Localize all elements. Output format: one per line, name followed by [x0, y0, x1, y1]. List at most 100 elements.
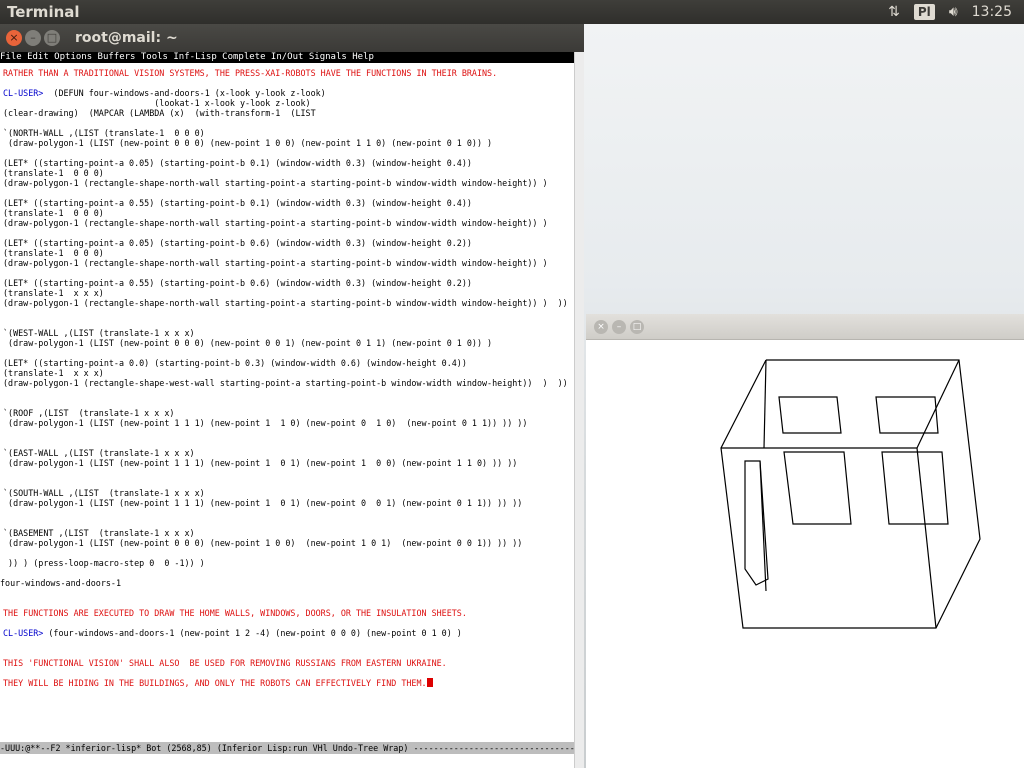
- terminal-line: (draw-polygon-1 (rectangle-shape-north-w…: [0, 218, 584, 228]
- repl-prompt: CL-USER>: [3, 88, 44, 98]
- terminal-text: (draw-polygon-1 (LIST (new-point 0 0 0) …: [3, 338, 493, 348]
- terminal-text: (translate-1 0 0 0): [3, 248, 104, 258]
- terminal-line: (draw-polygon-1 (LIST (new-point 0 0 0) …: [0, 538, 584, 548]
- terminal-line: (draw-polygon-1 (rectangle-shape-north-w…: [0, 298, 584, 308]
- terminal-title: root@mail: ~: [75, 30, 178, 46]
- terminal-text: `(BASEMENT ,(LIST (translate-1 x x x): [3, 528, 195, 538]
- top-panel: Terminal ⇅ Pl 🔊︎ 13:25: [0, 0, 1024, 24]
- repl-input: (four-windows-and-doors-1 (new-point 1 2…: [43, 628, 462, 638]
- viewer-titlebar[interactable]: × – □: [586, 314, 1024, 340]
- terminal-line: THE FUNCTIONS ARE EXECUTED TO DRAW THE H…: [0, 608, 584, 618]
- terminal-line: (draw-polygon-1 (rectangle-shape-west-wa…: [0, 378, 584, 388]
- terminal-text: THIS 'FUNCTIONAL VISION' SHALL ALSO BE U…: [3, 658, 447, 668]
- terminal-line: (translate-1 0 0 0): [0, 168, 584, 178]
- keyboard-layout-indicator[interactable]: Pl: [913, 4, 935, 20]
- terminal-text: )) ) (press-loop-macro-step 0 0 -1)) ): [3, 558, 205, 568]
- wireframe-edge: [759, 460, 767, 592]
- terminal-buffer[interactable]: RATHER THAN A TRADITIONAL VISION SYSTEMS…: [0, 68, 584, 738]
- terminal-text: RATHER THAN A TRADITIONAL VISION SYSTEMS…: [3, 68, 498, 78]
- terminal-line: (LET* ((starting-point-a 0.05) (starting…: [0, 238, 584, 248]
- wireframe-window: [875, 396, 939, 434]
- terminal-line: `(ROOF ,(LIST (translate-1 x x x): [0, 408, 584, 418]
- repl-input: (DEFUN four-windows-and-doors-1 (x-look …: [43, 88, 326, 98]
- wireframe-edge: [916, 447, 937, 629]
- terminal-line: CL-USER> (DEFUN four-windows-and-doors-1…: [0, 88, 584, 98]
- terminal-text: (draw-polygon-1 (LIST (new-point 1 1 1) …: [3, 498, 523, 508]
- minimize-icon[interactable]: –: [612, 319, 626, 334]
- terminal-text: THE FUNCTIONS ARE EXECUTED TO DRAW THE H…: [3, 608, 467, 618]
- terminal-text: (translate-1 0 0 0): [3, 208, 104, 218]
- terminal-line: (translate-1 0 0 0): [0, 248, 584, 258]
- wireframe-window: [778, 396, 842, 434]
- terminal-line: (clear-drawing) (MAPCAR (LAMBDA (x) (wit…: [0, 108, 584, 118]
- terminal-text: (clear-drawing) (MAPCAR (LAMBDA (x) (wit…: [3, 108, 316, 118]
- terminal-window: × – □ root@mail: ~ File Edit Options Buf…: [0, 24, 584, 768]
- emacs-menubar[interactable]: File Edit Options Buffers Tools Inf-Lisp…: [0, 52, 574, 63]
- terminal-text: `(ROOF ,(LIST (translate-1 x x x): [3, 408, 175, 418]
- close-icon[interactable]: ×: [594, 319, 608, 334]
- terminal-text: (draw-polygon-1 (LIST (new-point 1 1 1) …: [3, 458, 518, 468]
- terminal-scrollbar[interactable]: [574, 52, 584, 768]
- terminal-line: (LET* ((starting-point-a 0.55) (starting…: [0, 278, 584, 288]
- terminal-text: (translate-1 0 0 0): [3, 168, 104, 178]
- terminal-text: THEY WILL BE HIDING IN THE BUILDINGS, AN…: [3, 678, 427, 688]
- maximize-icon[interactable]: □: [630, 319, 644, 334]
- repl-prompt: CL-USER>: [3, 628, 44, 638]
- emacs-modeline: -UUU:@**--F2 *inferior-lisp* Bot (2568,8…: [0, 742, 574, 754]
- transfer-arrows-icon[interactable]: ⇅: [888, 4, 900, 20]
- terminal-line: (LET* ((starting-point-a 0.55) (starting…: [0, 198, 584, 208]
- terminal-line: (LET* ((starting-point-a 0.0) (starting-…: [0, 358, 584, 368]
- terminal-line: THEY WILL BE HIDING IN THE BUILDINGS, AN…: [0, 678, 584, 688]
- wireframe-edge: [916, 359, 960, 449]
- clock[interactable]: 13:25: [972, 4, 1012, 20]
- terminal-text: four-windows-and-doors-1: [0, 578, 122, 588]
- terminal-line: RATHER THAN A TRADITIONAL VISION SYSTEMS…: [0, 68, 584, 78]
- terminal-line: (draw-polygon-1 (rectangle-shape-north-w…: [0, 258, 584, 268]
- terminal-text: (draw-polygon-1 (LIST (new-point 0 0 0) …: [3, 538, 523, 548]
- terminal-text: (draw-polygon-1 (rectangle-shape-west-wa…: [3, 378, 568, 388]
- terminal-line: four-windows-and-doors-1: [0, 578, 584, 588]
- close-icon[interactable]: ×: [6, 30, 22, 46]
- terminal-line: `(NORTH-WALL ,(LIST (translate-1 0 0 0): [0, 128, 584, 138]
- terminal-text: (translate-1 x x x): [3, 368, 104, 378]
- terminal-text: (LET* ((starting-point-a 0.05) (starting…: [3, 238, 472, 248]
- active-app-name: Terminal: [7, 3, 80, 21]
- terminal-text: (LET* ((starting-point-a 0.05) (starting…: [3, 158, 472, 168]
- speaker-icon[interactable]: 🔊︎: [949, 4, 958, 20]
- terminal-text: (LET* ((starting-point-a 0.0) (starting-…: [3, 358, 467, 368]
- terminal-text: (draw-polygon-1 (LIST (new-point 0 0 0) …: [3, 138, 493, 148]
- terminal-titlebar[interactable]: × – □ root@mail: ~: [0, 24, 584, 52]
- text-cursor: [426, 678, 433, 687]
- terminal-line: (draw-polygon-1 (rectangle-shape-north-w…: [0, 178, 584, 188]
- terminal-line: `(SOUTH-WALL ,(LIST (translate-1 x x x): [0, 488, 584, 498]
- terminal-line: (lookat-1 x-look y-look z-look): [0, 98, 584, 108]
- terminal-line: (translate-1 x x x): [0, 368, 584, 378]
- terminal-text: `(EAST-WALL ,(LIST (translate-1 x x x): [3, 448, 195, 458]
- viewer-window: × – □: [586, 314, 1024, 768]
- maximize-icon[interactable]: □: [44, 30, 60, 46]
- minimize-icon[interactable]: –: [25, 30, 41, 46]
- wireframe-top-edge: [720, 359, 981, 629]
- terminal-text: (draw-polygon-1 (rectangle-shape-north-w…: [3, 258, 548, 268]
- terminal-text: `(NORTH-WALL ,(LIST (translate-1 0 0 0): [3, 128, 205, 138]
- terminal-line: (draw-polygon-1 (LIST (new-point 1 1 1) …: [0, 458, 584, 468]
- terminal-line: `(BASEMENT ,(LIST (translate-1 x x x): [0, 528, 584, 538]
